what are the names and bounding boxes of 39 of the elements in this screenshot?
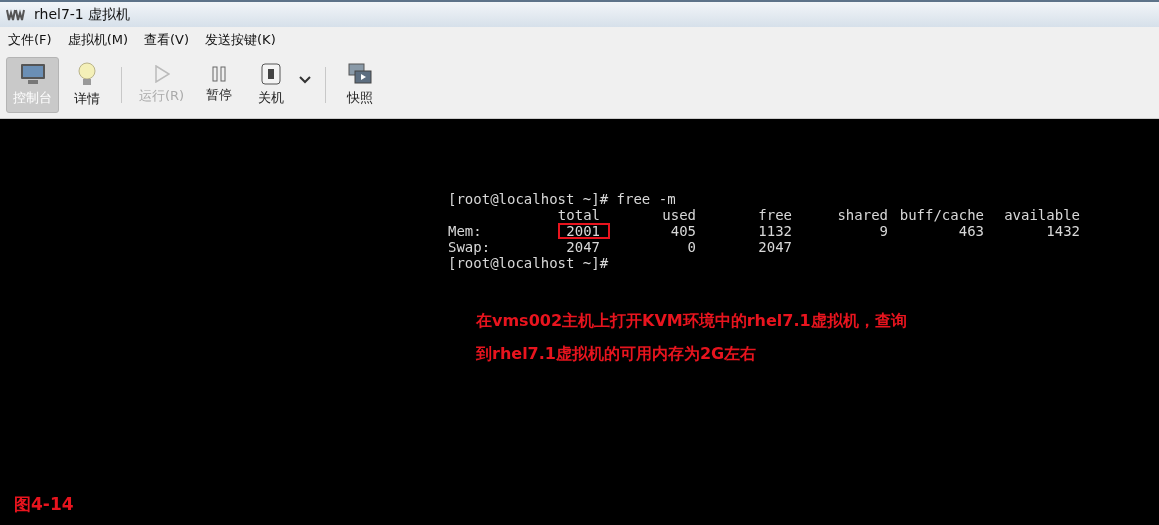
menu-item[interactable]: 发送按键(K) — [205, 30, 276, 49]
pause-icon — [211, 66, 228, 82]
annotation-text: 在vms002主机上打开KVM环境中的rhel7.1虚拟机，查询 — [476, 311, 907, 332]
snapshot-icon — [348, 63, 373, 85]
pause-button[interactable]: 暂停 — [195, 57, 244, 113]
menu-item[interactable]: 文件(F) — [8, 30, 52, 49]
monitor-icon — [19, 63, 46, 85]
terminal-value: 463 — [958, 223, 984, 239]
terminal-value: 1132 — [758, 223, 792, 239]
terminal-value: 405 — [670, 223, 696, 239]
app-icon — [6, 8, 26, 21]
terminal-value: 2047 — [758, 239, 792, 255]
details-button[interactable]: 详情 — [63, 57, 111, 113]
column-header: buff/cache — [899, 207, 984, 223]
menu-item[interactable]: 查看(V) — [144, 30, 190, 49]
highlighted-value: 2001 — [558, 223, 610, 239]
terminal-line: [root@localhost ~]# free -m — [448, 191, 676, 207]
row-label: Mem: — [448, 223, 482, 239]
figure-label: 图4-14 — [14, 493, 74, 516]
snapshot-button[interactable]: 快照 — [336, 57, 385, 113]
terminal-value: 0 — [687, 239, 696, 255]
terminal-value: 1432 — [1046, 223, 1080, 239]
terminal-line: [root@localhost ~]# — [448, 255, 609, 271]
column-header: shared — [837, 207, 888, 223]
caret-icon[interactable] — [299, 76, 312, 84]
lightbulb-icon — [78, 62, 96, 86]
column-header: available — [1004, 207, 1080, 223]
menu-item[interactable]: 虚拟机(M) — [67, 30, 128, 49]
row-label: Swap: — [448, 239, 491, 255]
annotation-text: 到rhel7.1虚拟机的可用内存为2G左右 — [476, 344, 757, 365]
window-title: rhel7-1 虚拟机 — [34, 5, 131, 24]
terminal-value: 2047 — [566, 239, 600, 255]
shutdown-button[interactable]: 关机 — [247, 57, 296, 113]
play-icon — [153, 65, 170, 83]
column-header: total — [557, 207, 600, 223]
column-header: free — [758, 207, 792, 223]
power-switch-icon — [261, 63, 282, 85]
column-header: used — [662, 207, 696, 223]
terminal-value: 9 — [879, 223, 888, 239]
